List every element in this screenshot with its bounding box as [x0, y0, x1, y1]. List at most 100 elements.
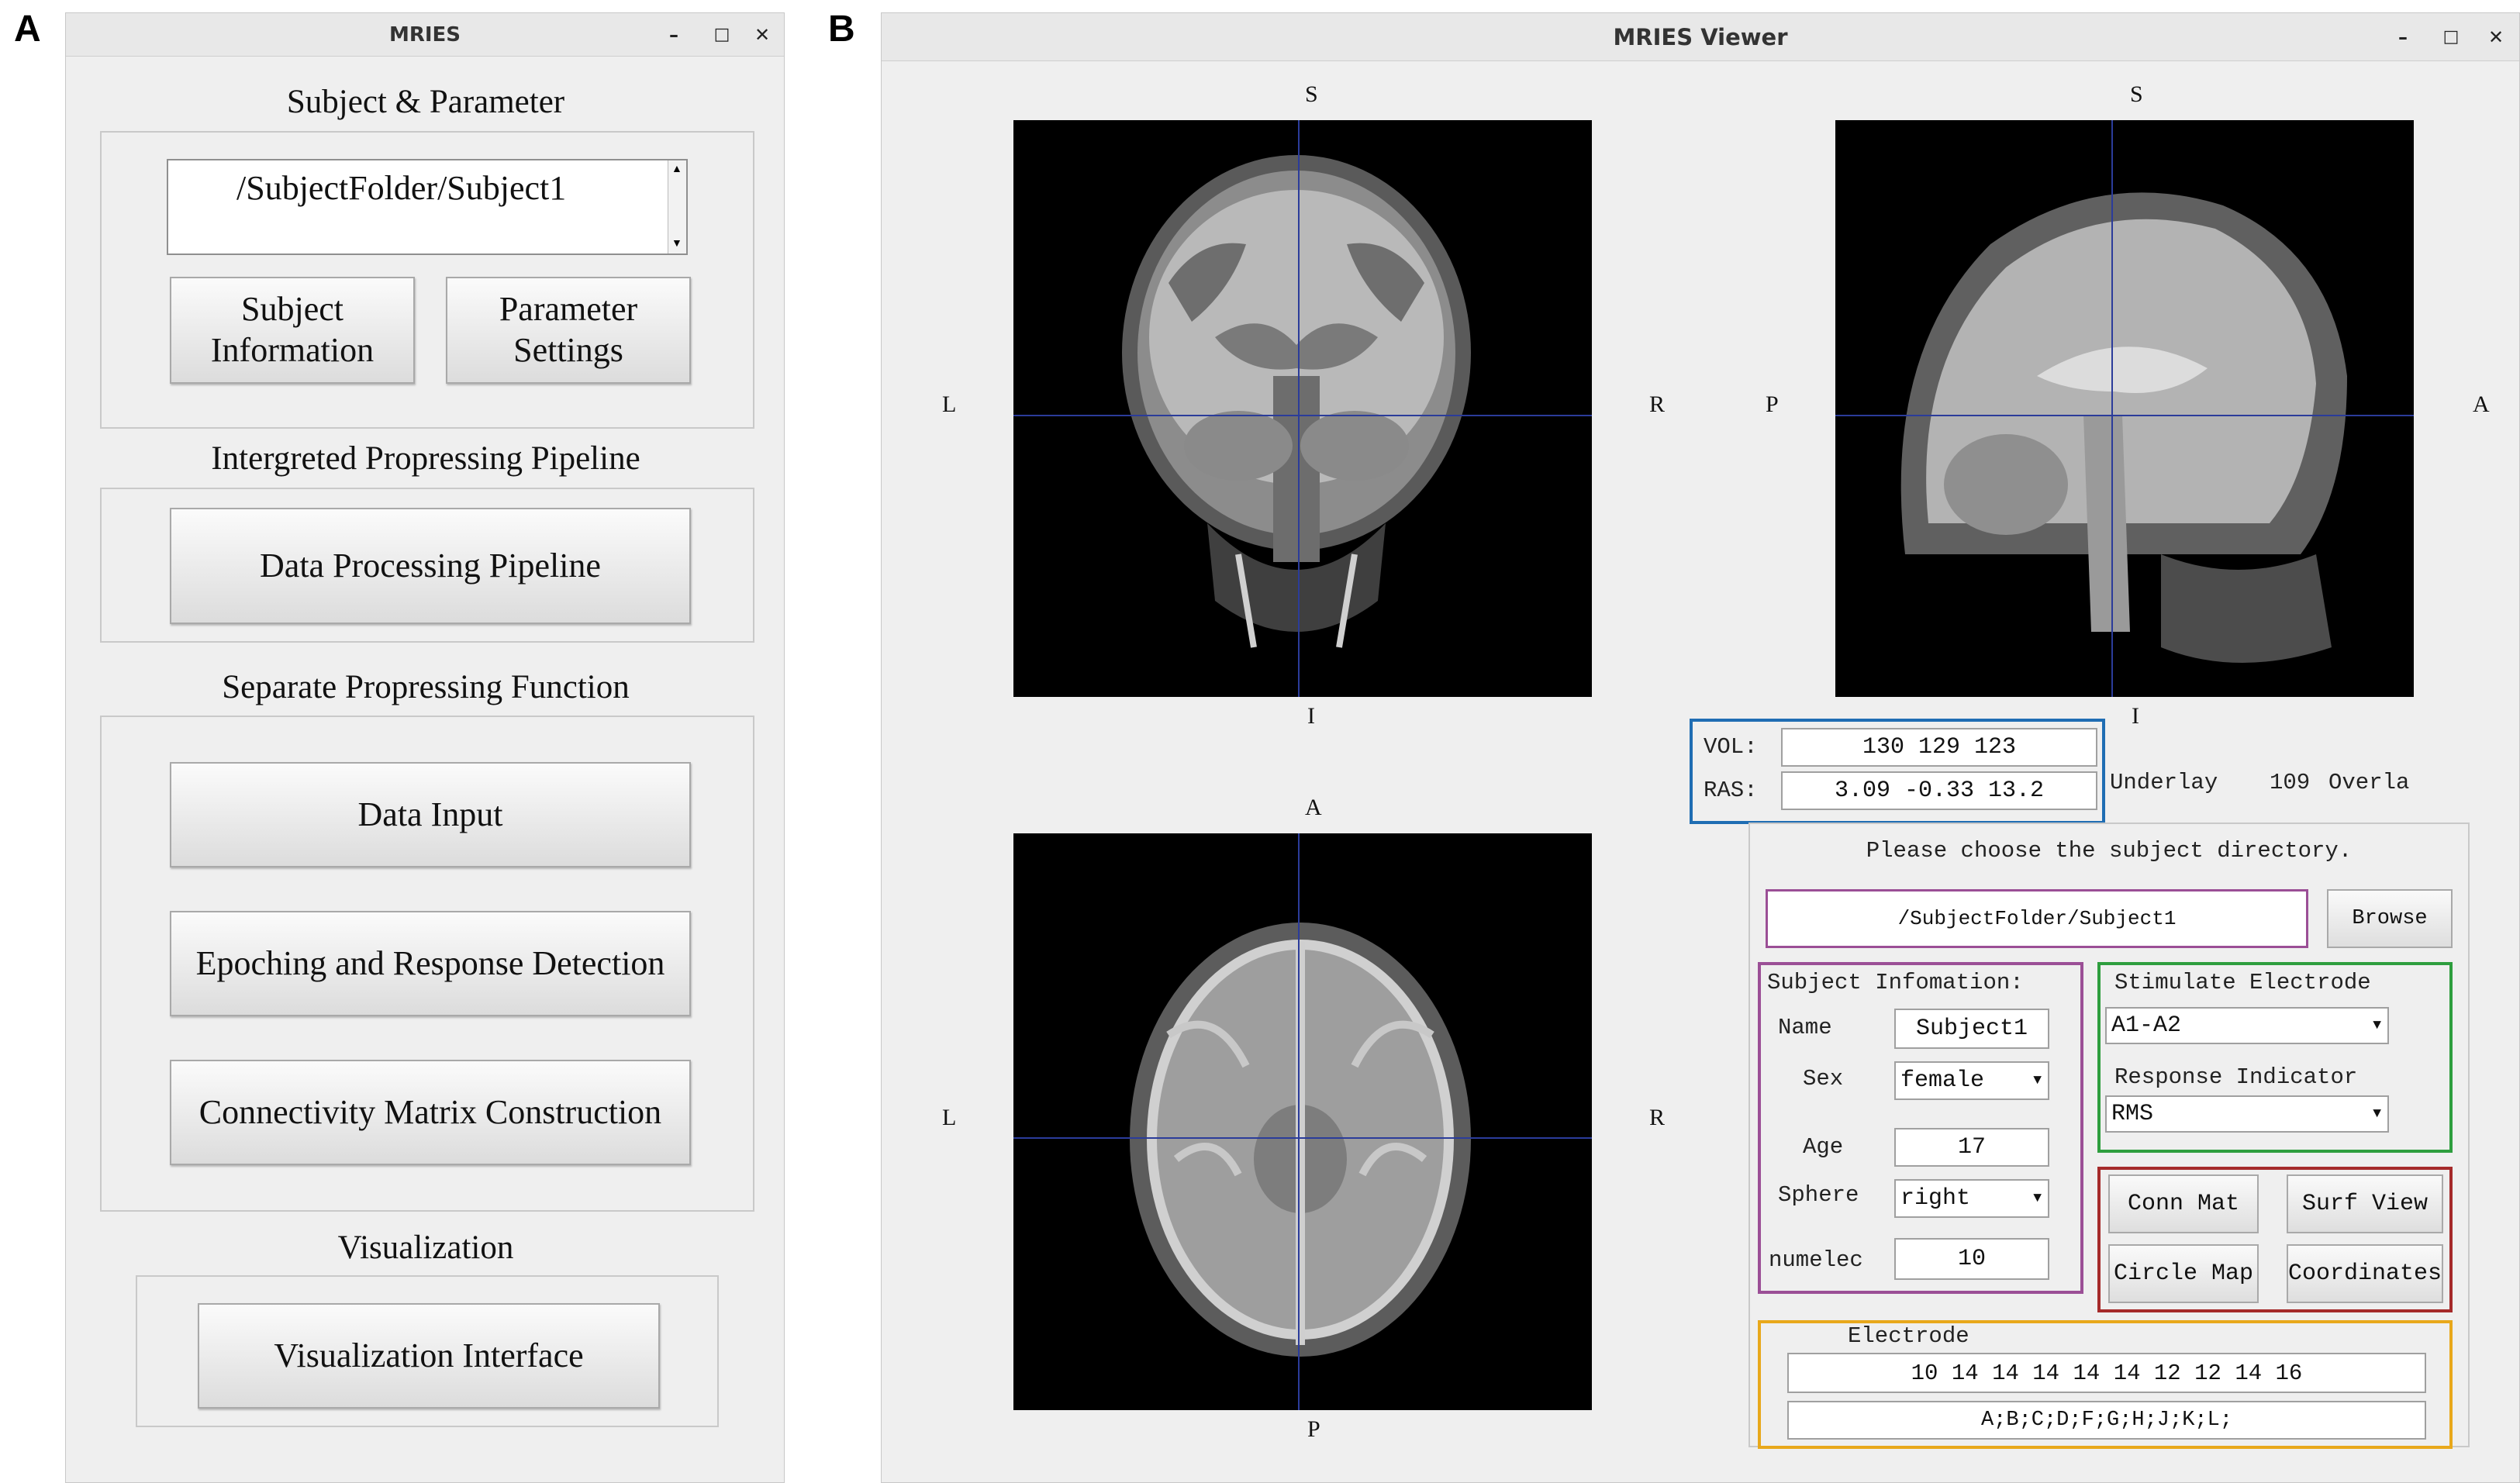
- sagittal-top-label: S: [2130, 81, 2143, 107]
- axial-crosshair-horizontal: [1013, 1137, 1592, 1139]
- response-indicator-select[interactable]: RMS ▼: [2105, 1095, 2389, 1133]
- visualization-buttons-panel: Conn Mat Surf View Circle Map Coordinate…: [2097, 1167, 2453, 1312]
- stimulation-panel: Stimulate Electrode A1-A2 ▼ Response Indi…: [2097, 962, 2453, 1153]
- overlay-label: Overla: [2328, 770, 2410, 795]
- axial-mri-view[interactable]: [1013, 833, 1592, 1410]
- circle-map-button[interactable]: Circle Map: [2108, 1244, 2259, 1303]
- section-title-separate-functions: Separate Propressing Function: [222, 669, 630, 705]
- subject-path-field[interactable]: /SubjectFolder/Subject1 ▲ ▼: [167, 159, 688, 255]
- electrode-numbers-field[interactable]: 10 14 14 14 14 14 12 12 14 16: [1787, 1353, 2426, 1393]
- stimulate-electrode-value: A1-A2: [2111, 1012, 2182, 1039]
- minimize-icon[interactable]: –: [658, 13, 689, 57]
- electrode-panel: Electrode 10 14 14 14 14 14 12 12 14 16 …: [1758, 1320, 2453, 1449]
- subject-parameter-group: /SubjectFolder/Subject1 ▲ ▼ Subject Info…: [100, 131, 754, 429]
- coordinates-panel: VOL: 130 129 123 RAS: 3.09 -0.33 13.2: [1690, 719, 2105, 824]
- axial-crosshair-vertical: [1298, 833, 1300, 1410]
- sagittal-left-label: P: [1766, 391, 1779, 417]
- viewer-maximize-icon[interactable]: □: [2435, 13, 2466, 61]
- subject-info-title: Subject Infomation:: [1767, 970, 2024, 995]
- coronal-crosshair-horizontal: [1013, 415, 1592, 416]
- browse-button[interactable]: Browse: [2327, 889, 2453, 948]
- vol-coordinates-field[interactable]: 130 129 123: [1781, 728, 2097, 767]
- scroll-down-icon[interactable]: ▼: [671, 238, 682, 250]
- underlay-value: 109: [2270, 770, 2311, 795]
- coordinates-button[interactable]: Coordinates: [2287, 1244, 2443, 1303]
- sagittal-mri-view[interactable]: [1835, 120, 2414, 697]
- sagittal-bottom-label: I: [2132, 703, 2139, 729]
- coronal-brain-image: [1122, 155, 1471, 648]
- viewer-window-title: MRIES Viewer: [882, 13, 2519, 61]
- stimulate-electrode-select[interactable]: A1-A2 ▼: [2105, 1007, 2389, 1044]
- axial-top-label: A: [1305, 795, 1322, 820]
- section-title-subject-parameter: Subject & Parameter: [286, 84, 565, 120]
- axial-left-label: L: [942, 1105, 957, 1130]
- axial-bottom-label: P: [1307, 1416, 1320, 1442]
- coronal-left-label: L: [942, 391, 957, 417]
- mries-window: MRIES – □ ✕ Subject & Parameter /Subject…: [65, 12, 785, 1483]
- data-input-button[interactable]: Data Input: [170, 762, 691, 867]
- sex-dropdown-arrow-icon: ▼: [2033, 1073, 2042, 1088]
- sphere-dropdown-arrow-icon: ▼: [2033, 1191, 2042, 1206]
- choose-directory-prompt: Please choose the subject directory.: [1866, 838, 2353, 864]
- sphere-label: Sphere: [1778, 1182, 1859, 1208]
- conn-mat-button[interactable]: Conn Mat: [2108, 1174, 2259, 1233]
- vol-label: VOL:: [1704, 734, 1758, 760]
- viewer-minimize-icon[interactable]: –: [2387, 13, 2418, 61]
- sex-select-value: female: [1900, 1067, 1985, 1094]
- axial-brain-image: [1130, 923, 1471, 1357]
- ras-coordinates-field[interactable]: 3.09 -0.33 13.2: [1781, 771, 2097, 810]
- section-title-pipeline: Intergreted Propressing Pipeline: [211, 440, 640, 477]
- data-processing-pipeline-button[interactable]: Data Processing Pipeline: [170, 508, 691, 624]
- section-title-visualization: Visualization: [337, 1230, 514, 1266]
- panel-letter-a: A: [14, 9, 41, 50]
- coronal-mri-view[interactable]: [1013, 120, 1592, 697]
- numelec-field[interactable]: 10: [1894, 1238, 2049, 1280]
- subject-control-panel: Please choose the subject directory. /Su…: [1748, 823, 2470, 1449]
- sagittal-crosshair-vertical: [2111, 120, 2113, 697]
- response-indicator-title: Response Indicator: [2114, 1064, 2358, 1090]
- ras-label: RAS:: [1704, 778, 1758, 803]
- sex-label: Sex: [1803, 1066, 1844, 1092]
- electrode-title: Electrode: [1848, 1323, 1969, 1349]
- subject-directory-field[interactable]: /SubjectFolder/Subject1: [1766, 889, 2308, 948]
- pipeline-group: Data Processing Pipeline: [100, 488, 754, 643]
- stimulate-electrode-title: Stimulate Electrode: [2114, 970, 2371, 995]
- panel-letter-b: B: [828, 9, 855, 50]
- coronal-top-label: S: [1305, 81, 1318, 107]
- surf-view-button[interactable]: Surf View: [2287, 1174, 2443, 1233]
- mries-viewer-window: MRIES Viewer – □ ✕ S L R I S P A I A L R…: [881, 12, 2520, 1483]
- parameter-settings-button[interactable]: Parameter Settings: [446, 277, 691, 384]
- epoching-response-detection-button[interactable]: Epoching and Response Detection: [170, 911, 691, 1016]
- response-indicator-value: RMS: [2111, 1101, 2154, 1127]
- stimulate-dropdown-arrow-icon: ▼: [2373, 1018, 2381, 1033]
- coronal-crosshair-vertical: [1298, 120, 1300, 697]
- visualization-interface-button[interactable]: Visualization Interface: [198, 1303, 660, 1409]
- age-label: Age: [1803, 1134, 1844, 1160]
- viewer-close-icon[interactable]: ✕: [2480, 13, 2511, 61]
- scroll-up-icon[interactable]: ▲: [671, 164, 682, 176]
- connectivity-matrix-construction-button[interactable]: Connectivity Matrix Construction: [170, 1060, 691, 1165]
- coronal-bottom-label: I: [1307, 703, 1315, 729]
- sex-select[interactable]: female ▼: [1894, 1061, 2049, 1100]
- response-dropdown-arrow-icon: ▼: [2373, 1106, 2381, 1122]
- sagittal-brain-image: [1900, 192, 2347, 663]
- sagittal-crosshair-horizontal: [1835, 415, 2414, 416]
- subject-information-button[interactable]: Subject Information: [170, 277, 415, 384]
- maximize-icon[interactable]: □: [706, 13, 737, 57]
- electrode-letters-field[interactable]: A;B;C;D;F;G;H;J;K;L;: [1787, 1401, 2426, 1440]
- subject-path-text: /SubjectFolder/Subject1: [236, 169, 567, 207]
- numelec-label: numelec: [1769, 1247, 1863, 1273]
- close-icon[interactable]: ✕: [747, 13, 778, 57]
- sphere-select[interactable]: right ▼: [1894, 1179, 2049, 1218]
- axial-right-label: R: [1649, 1105, 1666, 1130]
- coronal-right-label: R: [1649, 391, 1666, 417]
- age-field[interactable]: 17: [1894, 1128, 2049, 1167]
- sagittal-right-label: A: [2473, 391, 2490, 417]
- separate-functions-group: Data Input Epoching and Response Detecti…: [100, 716, 754, 1212]
- visualization-group: Visualization Interface: [136, 1275, 719, 1427]
- name-field[interactable]: Subject1: [1894, 1009, 2049, 1049]
- underlay-label: Underlay: [2110, 770, 2218, 795]
- path-scrollbar[interactable]: ▲ ▼: [668, 160, 686, 253]
- subject-info-panel: Subject Infomation: Name Subject1 Sex fe…: [1758, 962, 2083, 1294]
- name-label: Name: [1778, 1015, 1832, 1040]
